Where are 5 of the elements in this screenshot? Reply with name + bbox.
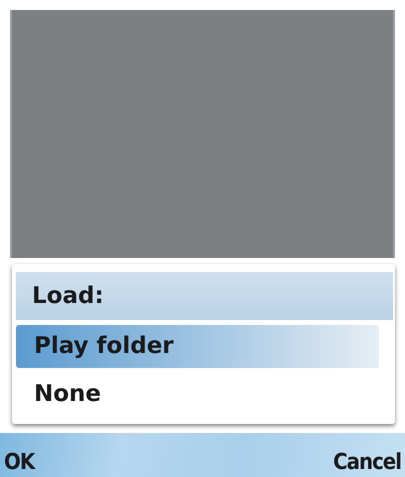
list-item[interactable]: Play folder — [16, 325, 379, 368]
ok-softkey[interactable]: OK — [4, 450, 34, 475]
list-item[interactable]: None — [16, 373, 379, 416]
popup-title: Load: — [16, 272, 393, 320]
cancel-softkey[interactable]: Cancel — [333, 450, 401, 475]
